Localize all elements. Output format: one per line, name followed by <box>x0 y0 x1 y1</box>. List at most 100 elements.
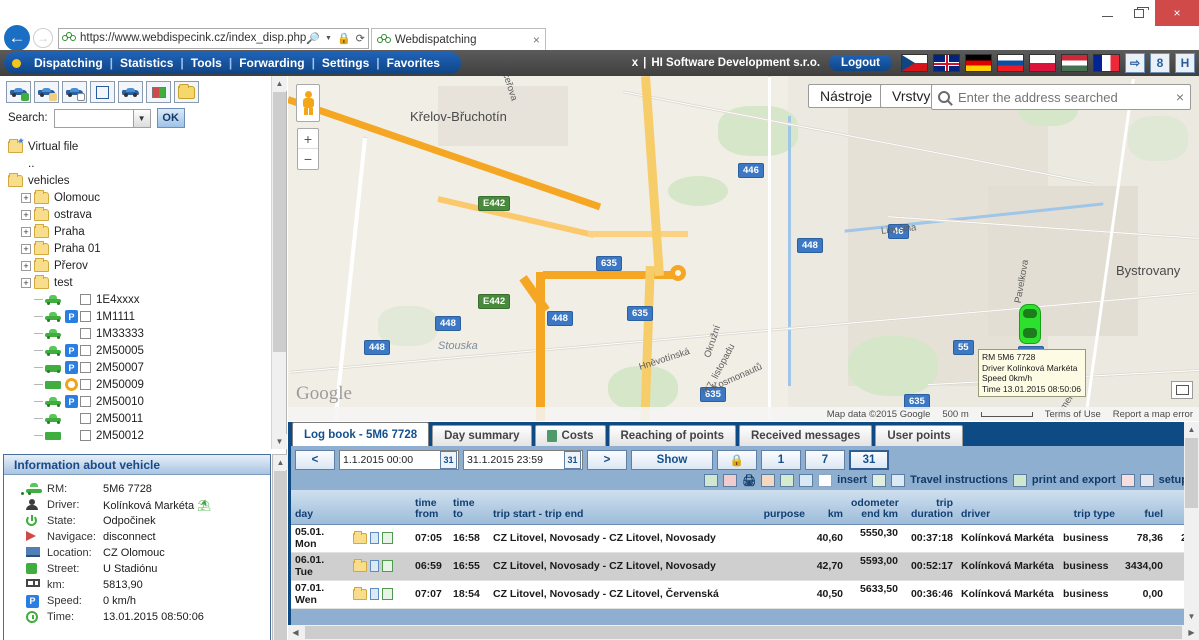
map-document-icon[interactable] <box>382 560 393 572</box>
zoom-out-button[interactable]: − <box>298 149 318 169</box>
lock-icon[interactable]: 🔒 <box>337 32 351 45</box>
cell-row-icons[interactable] <box>349 524 411 553</box>
scrollbar-thumb[interactable] <box>273 92 286 352</box>
vehicle-message-icon[interactable] <box>34 81 59 103</box>
tree-item-1e4xxxx[interactable]: 1E4xxxx <box>8 291 286 308</box>
left-panel-scrollbar[interactable]: ▲ ▼ <box>271 76 287 449</box>
close-button[interactable]: × <box>1155 0 1199 26</box>
cell-row-icons[interactable] <box>349 552 411 581</box>
next-period-button[interactable]: > <box>587 449 627 470</box>
vehicle-checkbox[interactable] <box>80 396 91 407</box>
document-icon[interactable] <box>370 532 379 544</box>
tree-item-ostrava[interactable]: + ostrava <box>8 206 286 223</box>
expand-icon[interactable]: + <box>21 277 31 288</box>
tree-item-2m50009[interactable]: 2M50009 <box>8 376 286 393</box>
print-icon[interactable]: 🖨 <box>742 474 756 487</box>
flag-sk-icon[interactable] <box>997 54 1024 72</box>
menu-item-settings[interactable]: Settings <box>315 56 376 70</box>
period-31-days-button[interactable]: 31 <box>849 449 889 470</box>
map-view[interactable]: E442 E442 E442 635 635 635 635 635 635 4… <box>288 76 1199 421</box>
menu-item-tools[interactable]: Tools <box>184 56 229 70</box>
tree-item-2m50010[interactable]: P 2M50010 <box>8 393 286 410</box>
map-report-error-link[interactable]: Report a map error <box>1113 409 1193 420</box>
browser-tab-webdispatching[interactable]: Webdispatching × <box>370 28 546 50</box>
map-tools-button[interactable]: Nástroje <box>808 84 885 108</box>
tab-user-points[interactable]: User points <box>875 425 963 446</box>
menu-item-dispatching[interactable]: Dispatching <box>27 56 110 70</box>
zoom-in-button[interactable]: + <box>298 129 318 149</box>
flag-hu-icon[interactable] <box>1061 54 1088 72</box>
vehicle-checkbox[interactable] <box>80 430 91 441</box>
excel-icon[interactable] <box>1012 473 1027 487</box>
tree-item-p-erov[interactable]: + Přerov <box>8 257 286 274</box>
vehicle-checkbox[interactable] <box>80 294 91 305</box>
scroll-left-icon[interactable]: ◀ <box>288 625 303 640</box>
lock-icon[interactable]: 🔒 <box>717 449 757 470</box>
folder-icon[interactable] <box>353 530 367 544</box>
logout-button[interactable]: Logout <box>829 55 892 71</box>
tree-item-2m50012[interactable]: 2M50012 <box>8 427 286 444</box>
tree-item-praha-01[interactable]: + Praha 01 <box>8 240 286 257</box>
checkbox-icon[interactable] <box>90 81 115 103</box>
flag-fr-icon[interactable] <box>1093 54 1120 72</box>
print-and-export-label[interactable]: print and export <box>1032 474 1116 486</box>
forward-arrow-icon[interactable]: → <box>33 28 53 48</box>
expand-icon[interactable]: + <box>21 209 31 220</box>
expand-icon[interactable]: + <box>21 243 31 254</box>
vehicle-checkbox[interactable] <box>80 328 91 339</box>
folder-icon[interactable] <box>353 558 367 572</box>
tree-item-test[interactable]: + test <box>8 274 286 291</box>
tree-item-olomouc[interactable]: + Olomouc <box>8 189 286 206</box>
tab-close-icon[interactable]: × <box>533 33 540 47</box>
bottom-panel-scrollbar[interactable]: ▲ ▼ <box>1184 422 1199 640</box>
expand-icon[interactable]: + <box>21 260 31 271</box>
table-row[interactable]: 07.01. Wen 07:07 18:54 CZ Litovel, Novosady … <box>291 580 1199 609</box>
document-icon[interactable] <box>370 560 379 572</box>
minimize-button[interactable] <box>1091 0 1123 26</box>
calendar-icon[interactable] <box>1120 473 1135 487</box>
map-document-icon[interactable] <box>382 588 393 600</box>
map-search-input[interactable] <box>956 88 1170 106</box>
maximize-button[interactable] <box>1123 0 1155 26</box>
tree-item-2m50005[interactable]: P 2M50005 <box>8 342 286 359</box>
add-green-icon[interactable] <box>704 473 719 487</box>
travel-instructions-label[interactable]: Travel instructions <box>910 474 1008 486</box>
edit-tag-icon[interactable] <box>761 473 776 487</box>
vehicle-checkbox[interactable] <box>80 379 91 390</box>
vehicle-checkbox[interactable] <box>80 345 91 356</box>
document-icon[interactable] <box>370 588 379 600</box>
scroll-down-icon[interactable]: ▼ <box>272 434 287 449</box>
vehicle-info-scrollbar[interactable]: ▲ ▼ <box>272 454 288 640</box>
vehicle-edit-icon[interactable] <box>799 473 814 487</box>
back-arrow-icon[interactable]: ← <box>4 24 30 51</box>
scroll-up-icon[interactable]: ▲ <box>1184 422 1199 437</box>
hscrollbar-thumb[interactable] <box>305 626 1182 639</box>
add-document-icon[interactable] <box>872 473 887 487</box>
show-button[interactable]: Show <box>631 449 713 470</box>
address-bar[interactable]: https://www.webdispecink.cz/index_disp.p… <box>58 27 369 49</box>
table-row[interactable]: 06.01. Tue 06:59 16:55 CZ Litovel, Novosady … <box>291 552 1199 581</box>
refresh-icon[interactable]: ⟳ <box>356 32 365 45</box>
scrollbar-thumb[interactable] <box>1185 438 1198 508</box>
tab-reaching-of-points[interactable]: Reaching of points <box>608 425 736 446</box>
help-icon[interactable]: 8 <box>1150 53 1170 73</box>
flag-cz-icon[interactable] <box>901 54 928 72</box>
envelope-icon[interactable] <box>891 473 906 487</box>
map-fullscreen-button[interactable] <box>1171 381 1193 399</box>
tab-day-summary[interactable]: Day summary <box>432 425 532 446</box>
chevron-down-icon[interactable]: ▼ <box>325 35 332 42</box>
map-terms-link[interactable]: Terms of Use <box>1045 409 1101 420</box>
flag-gb-icon[interactable] <box>933 54 960 72</box>
tree-item-vehicles[interactable]: vehicles <box>8 172 286 189</box>
map-zoom-controls[interactable]: + − <box>297 128 319 170</box>
scroll-up-icon[interactable]: ▲ <box>272 76 287 91</box>
tree-item-1m33333[interactable]: 1M33333 <box>8 325 286 342</box>
vehicle-info-icon[interactable] <box>118 81 143 103</box>
search-input[interactable] <box>53 108 134 128</box>
vehicle-marker[interactable] <box>1019 304 1041 344</box>
folder-icon[interactable] <box>353 586 367 600</box>
tree-item-praha[interactable]: + Praha <box>8 223 286 240</box>
scroll-right-icon[interactable]: ▶ <box>1184 625 1199 640</box>
tree-item-2m50011[interactable]: 2M50011 <box>8 410 286 427</box>
period-7-days-button[interactable]: 7 <box>805 449 845 470</box>
